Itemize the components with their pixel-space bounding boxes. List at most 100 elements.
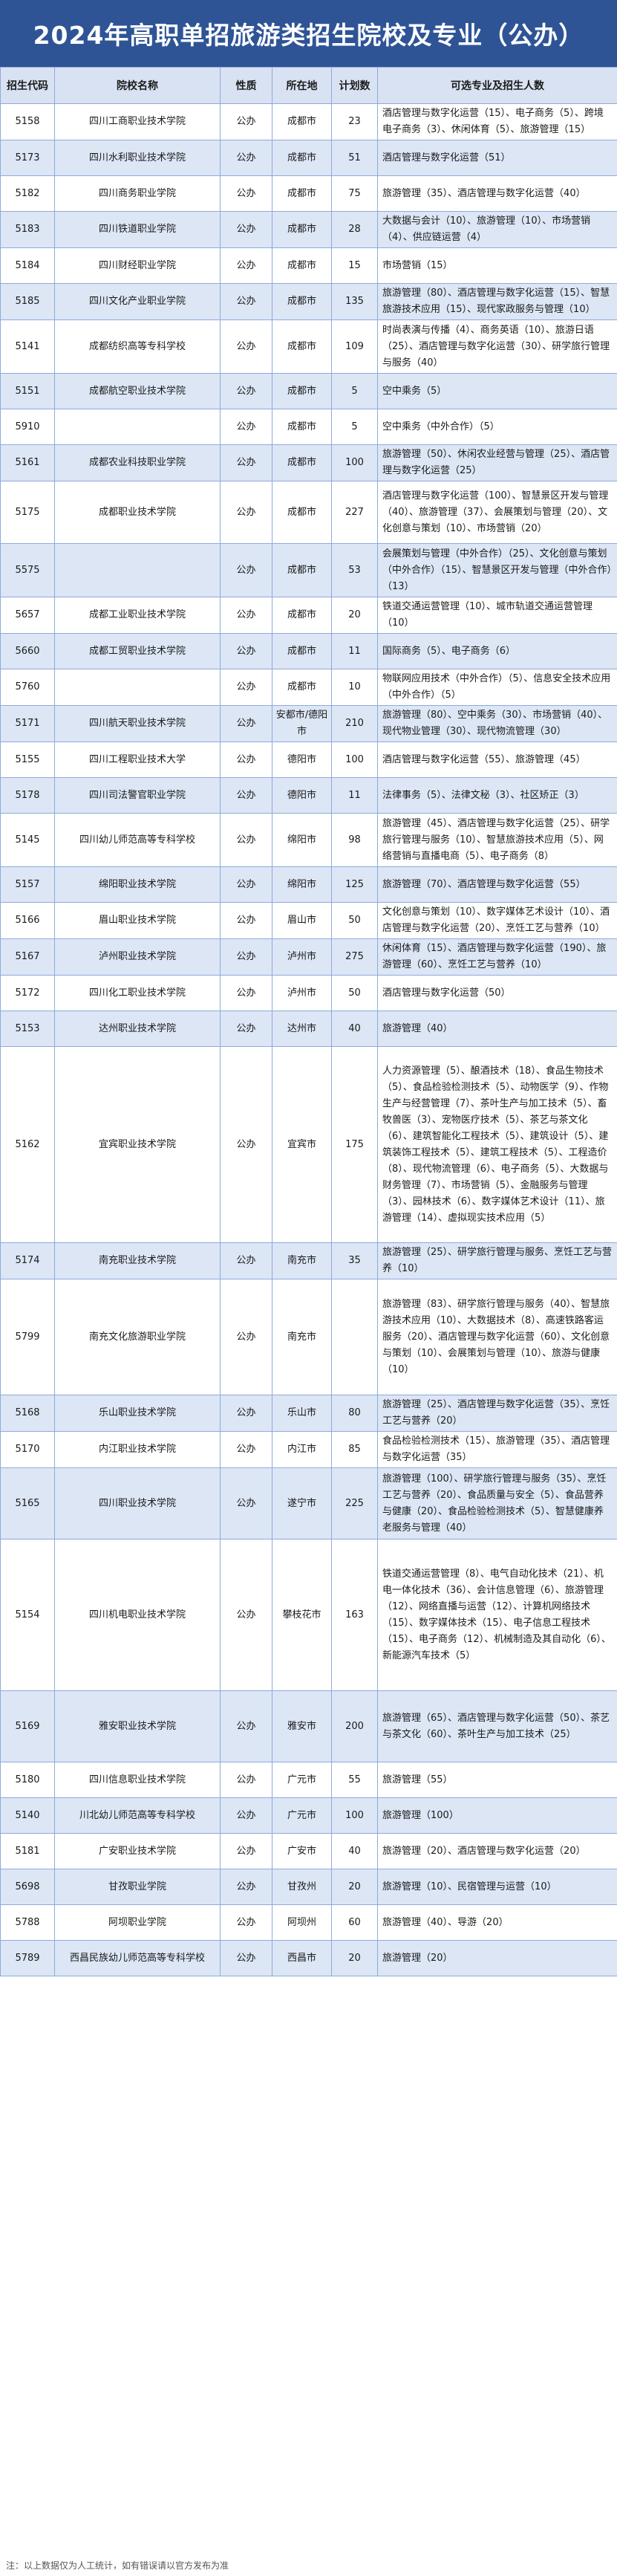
cell-school: 四川商务职业学院 [54,175,221,212]
cell-code: 5799 [0,1279,55,1395]
footer-note: 注：以上数据仅为人工统计，如有错误请以官方发布为准 [0,2554,617,2576]
cell-plan: 51 [331,140,378,176]
cell-school: 成都职业技术学院 [54,481,221,544]
cell-majors: 旅游管理（40）、导游（20） [377,1904,617,1941]
cell-school: 四川水利职业技术学院 [54,140,221,176]
cell-city: 绵阳市 [272,866,332,903]
table-row: 5141 成都纺织高等专科学校 公办 成都市 109 时尚表演与传播（4）、商务英语（10… [0,319,617,374]
cell-code: 5157 [0,866,55,903]
cell-school: 四川工程职业技术大学 [54,742,221,778]
table-row: 5169 雅安职业技术学院 公办 雅安市 200 旅游管理（65）、酒店管理与数字化运营（… [0,1690,617,1762]
cell-plan: 80 [331,1395,378,1432]
table-row: 5185 四川文化产业职业学院 公办 成都市 135 旅游管理（80）、酒店管理与数字化运… [0,283,617,320]
cell-city: 绵阳市 [272,813,332,867]
cell-code: 5788 [0,1904,55,1941]
cell-city: 成都市 [272,543,332,597]
cell-type: 公办 [220,175,272,212]
cell-code: 5174 [0,1242,55,1279]
table-row: 5155 四川工程职业技术大学 公办 德阳市 100 酒店管理与数字化运营（55）、旅游管… [0,742,617,778]
cell-majors: 市场营销（15） [377,247,617,284]
cell-code: 5155 [0,742,55,778]
cell-school: 内江职业技术学院 [54,1431,221,1468]
cell-type: 公办 [220,705,272,742]
cell-plan: 20 [331,1940,378,1976]
table-row: 5660 成都工贸职业技术学院 公办 成都市 11 国际商务（5）、电子商务（6） [0,633,617,669]
table-row: 5180 四川信息职业技术学院 公办 广元市 55 旅游管理（55） [0,1762,617,1798]
table-row: 5178 四川司法警官职业学院 公办 德阳市 11 法律事务（5）、法律文秘（3）、社区矫… [0,777,617,814]
cell-code: 5173 [0,140,55,176]
cell-code: 5145 [0,813,55,867]
cell-type: 公办 [220,1940,272,1976]
cell-school: 成都农业科技职业学院 [54,444,221,481]
cell-plan: 53 [331,543,378,597]
cell-city: 眉山市 [272,902,332,939]
cell-type: 公办 [220,777,272,814]
cell-city: 成都市 [272,319,332,374]
cell-majors: 铁道交通运营管理（10）、城市轨道交通运营管理（10） [377,597,617,634]
cell-plan: 28 [331,211,378,248]
cell-school: 四川司法警官职业学院 [54,777,221,814]
table-row: 5174 南充职业技术学院 公办 南充市 35 旅游管理（25）、研学旅行管理与服务、烹饪… [0,1242,617,1279]
table-row: 5698 甘孜职业学院 公办 甘孜州 20 旅游管理（10）、民宿管理与运营（10） [0,1869,617,1905]
table-row: 5788 阿坝职业学院 公办 阿坝州 60 旅游管理（40）、导游（20） [0,1904,617,1941]
table-row: 5145 四川幼儿师范高等专科学校 公办 绵阳市 98 旅游管理（45）、酒店管理与数字化… [0,813,617,867]
cell-code: 5165 [0,1467,55,1540]
cell-school: 四川机电职业技术学院 [54,1539,221,1691]
table-row: 5910 公办 成都市 5 空中乘务（中外合作）（5） [0,409,617,445]
table-header-row: 招生代码 院校名称 性质 所在地 计划数 可选专业及招生人数 [0,67,617,104]
cell-type: 公办 [220,975,272,1011]
cell-code: 5168 [0,1395,55,1432]
cell-type: 公办 [220,866,272,903]
cell-majors: 时尚表演与传播（4）、商务英语（10）、旅游日语（25）、酒店管理与数字化运营（… [377,319,617,374]
cell-plan: 225 [331,1467,378,1540]
cell-majors: 大数据与会计（10）、旅游管理（10）、市场营销（4）、供应链运营（4） [377,211,617,248]
header-majors: 可选专业及招生人数 [377,67,617,104]
cell-type: 公办 [220,319,272,374]
cell-plan: 98 [331,813,378,867]
table-row: 5575 公办 成都市 53 会展策划与管理（中外合作）（25）、文化创意与策划（中外合… [0,543,617,597]
cell-school: 宜宾职业技术学院 [54,1046,221,1243]
cell-city: 成都市 [272,247,332,284]
cell-type: 公办 [220,444,272,481]
cell-city: 泸州市 [272,938,332,976]
cell-majors: 文化创意与策划（10）、数字媒体艺术设计（10）、酒店管理与数字化运营（20）、… [377,902,617,939]
cell-type: 公办 [220,1431,272,1468]
cell-city: 成都市 [272,211,332,248]
cell-plan: 135 [331,283,378,320]
cell-majors: 国际商务（5）、电子商务（6） [377,633,617,669]
cell-type: 公办 [220,813,272,867]
header-code: 招生代码 [0,67,55,104]
cell-code: 5575 [0,543,55,597]
cell-city: 成都市 [272,481,332,544]
cell-plan: 109 [331,319,378,374]
cell-plan: 55 [331,1762,378,1798]
cell-type: 公办 [220,1797,272,1834]
cell-school: 成都工贸职业技术学院 [54,633,221,669]
cell-plan: 100 [331,742,378,778]
cell-majors: 旅游管理（40） [377,1010,617,1047]
table-row: 5171 四川航天职业技术学院 公办 安都市/德阳市 210 旅游管理（80）、空中乘务（… [0,705,617,742]
cell-city: 遂宁市 [272,1467,332,1540]
cell-school: 阿坝职业学院 [54,1904,221,1941]
cell-plan: 15 [331,247,378,284]
cell-type: 公办 [220,597,272,634]
cell-plan: 163 [331,1539,378,1691]
cell-type: 公办 [220,103,272,140]
cell-code: 5140 [0,1797,55,1834]
cell-code: 5170 [0,1431,55,1468]
schools-table: 招生代码 院校名称 性质 所在地 计划数 可选专业及招生人数 5158 四川工商职… [0,67,617,1976]
cell-code: 5154 [0,1539,55,1691]
header-city: 所在地 [272,67,332,104]
cell-code: 5789 [0,1940,55,1976]
cell-majors: 会展策划与管理（中外合作）（25）、文化创意与策划（中外合作）（15）、智慧景区… [377,543,617,597]
cell-school: 四川幼儿师范高等专科学校 [54,813,221,867]
cell-code: 5183 [0,211,55,248]
cell-type: 公办 [220,902,272,939]
cell-school [54,669,221,706]
cell-majors: 休闲体育（15）、酒店管理与数字化运营（190）、旅游管理（60）、烹饪工艺与营… [377,938,617,976]
cell-majors: 旅游管理（100） [377,1797,617,1834]
cell-type: 公办 [220,481,272,544]
cell-type: 公办 [220,247,272,284]
cell-code: 5184 [0,247,55,284]
cell-city: 成都市 [272,409,332,445]
